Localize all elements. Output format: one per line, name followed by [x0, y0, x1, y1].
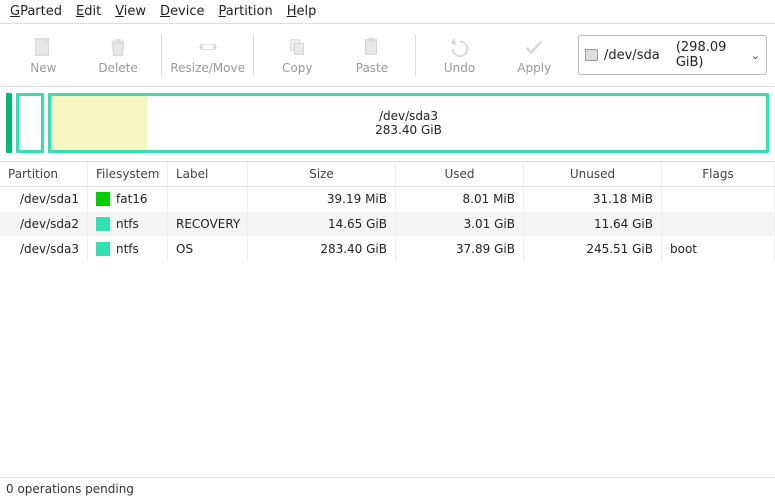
undo-icon [448, 36, 472, 58]
device-selector[interactable]: /dev/sda (298.09 GiB) ⌄ [578, 35, 767, 75]
used-fill [51, 96, 147, 150]
cell-filesystem: ntfs [88, 212, 168, 236]
cell-unused: 245.51 GiB [524, 237, 662, 261]
undo-label: Undo [444, 61, 475, 75]
resize-icon [196, 36, 220, 58]
cell-filesystem: fat16 [88, 187, 168, 211]
cell-unused: 11.64 GiB [524, 212, 662, 236]
paste-label: Paste [356, 61, 388, 75]
col-flags[interactable]: Flags [662, 162, 775, 186]
partition-segment-sda2[interactable] [16, 93, 44, 153]
copy-button[interactable]: Copy [262, 30, 333, 80]
cell-used: 8.01 MiB [396, 187, 524, 211]
trash-icon [106, 36, 130, 58]
col-label[interactable]: Label [168, 162, 248, 186]
col-partition[interactable]: Partition [0, 162, 88, 186]
toolbar: New Delete Resize/Move Copy Paste Undo A… [0, 24, 775, 87]
cell-label: OS [168, 237, 248, 261]
partition-segment-sda1[interactable] [6, 93, 12, 153]
cell-unused: 31.18 MiB [524, 187, 662, 211]
table-header: Partition Filesystem Label Size Used Unu… [0, 161, 775, 187]
resize-button[interactable]: Resize/Move [170, 30, 245, 80]
copy-icon [285, 36, 309, 58]
menu-view[interactable]: View [115, 4, 146, 19]
paste-icon [360, 36, 384, 58]
apply-icon [522, 36, 546, 58]
partition-table: /dev/sda1fat16 39.19 MiB8.01 MiB31.18 MiB… [0, 187, 775, 477]
disk-icon [585, 49, 598, 61]
cell-flags [662, 212, 775, 236]
menu-device[interactable]: Device [160, 4, 204, 19]
separator [415, 34, 416, 76]
separator [161, 34, 162, 76]
table-row[interactable]: /dev/sda3ntfsOS283.40 GiB37.89 GiB245.51… [0, 237, 775, 262]
apply-label: Apply [517, 61, 551, 75]
fs-swatch [96, 217, 110, 231]
cell-size: 283.40 GiB [248, 237, 396, 261]
cell-label [168, 187, 248, 211]
menu-partition[interactable]: Partition [219, 4, 273, 19]
cell-size: 39.19 MiB [248, 187, 396, 211]
segment-label: /dev/sda3 283.40 GiB [375, 109, 442, 137]
device-path: /dev/sda [604, 48, 660, 63]
chevron-down-icon: ⌄ [751, 49, 760, 62]
status-bar: 0 operations pending [0, 477, 775, 500]
device-size: (298.09 GiB) [676, 40, 743, 70]
cell-size: 14.65 GiB [248, 212, 396, 236]
copy-label: Copy [282, 61, 312, 75]
menu-edit[interactable]: Edit [76, 4, 101, 19]
menu-gparted[interactable]: GParted [10, 4, 62, 19]
menubar: GParted Edit View Device Partition Help [0, 0, 775, 24]
disk-map: /dev/sda3 283.40 GiB [0, 87, 775, 161]
cell-filesystem: ntfs [88, 237, 168, 261]
new-icon [31, 36, 55, 58]
cell-partition: /dev/sda1 [0, 187, 88, 211]
delete-label: Delete [98, 61, 137, 75]
cell-partition: /dev/sda3 [0, 237, 88, 261]
resize-label: Resize/Move [170, 61, 245, 75]
paste-button[interactable]: Paste [337, 30, 408, 80]
undo-button[interactable]: Undo [424, 30, 495, 80]
cell-flags [662, 187, 775, 211]
apply-button[interactable]: Apply [499, 30, 570, 80]
segment-path: /dev/sda3 [375, 109, 442, 123]
table-row[interactable]: /dev/sda2ntfsRECOVERY14.65 GiB3.01 GiB11… [0, 212, 775, 237]
table-row[interactable]: /dev/sda1fat16 39.19 MiB8.01 MiB31.18 MiB [0, 187, 775, 212]
col-used[interactable]: Used [396, 162, 524, 186]
fs-swatch [96, 192, 110, 206]
partition-segment-sda3[interactable]: /dev/sda3 283.40 GiB [48, 93, 769, 153]
separator [253, 34, 254, 76]
menu-help[interactable]: Help [287, 4, 317, 19]
fs-swatch [96, 242, 110, 256]
cell-used: 37.89 GiB [396, 237, 524, 261]
col-size[interactable]: Size [248, 162, 396, 186]
col-unused[interactable]: Unused [524, 162, 662, 186]
cell-label: RECOVERY [168, 212, 248, 236]
new-button[interactable]: New [8, 30, 79, 80]
new-label: New [30, 61, 56, 75]
cell-partition: /dev/sda2 [0, 212, 88, 236]
delete-button[interactable]: Delete [83, 30, 154, 80]
col-filesystem[interactable]: Filesystem [88, 162, 168, 186]
cell-used: 3.01 GiB [396, 212, 524, 236]
cell-flags: boot [662, 237, 775, 261]
segment-size: 283.40 GiB [375, 123, 442, 137]
